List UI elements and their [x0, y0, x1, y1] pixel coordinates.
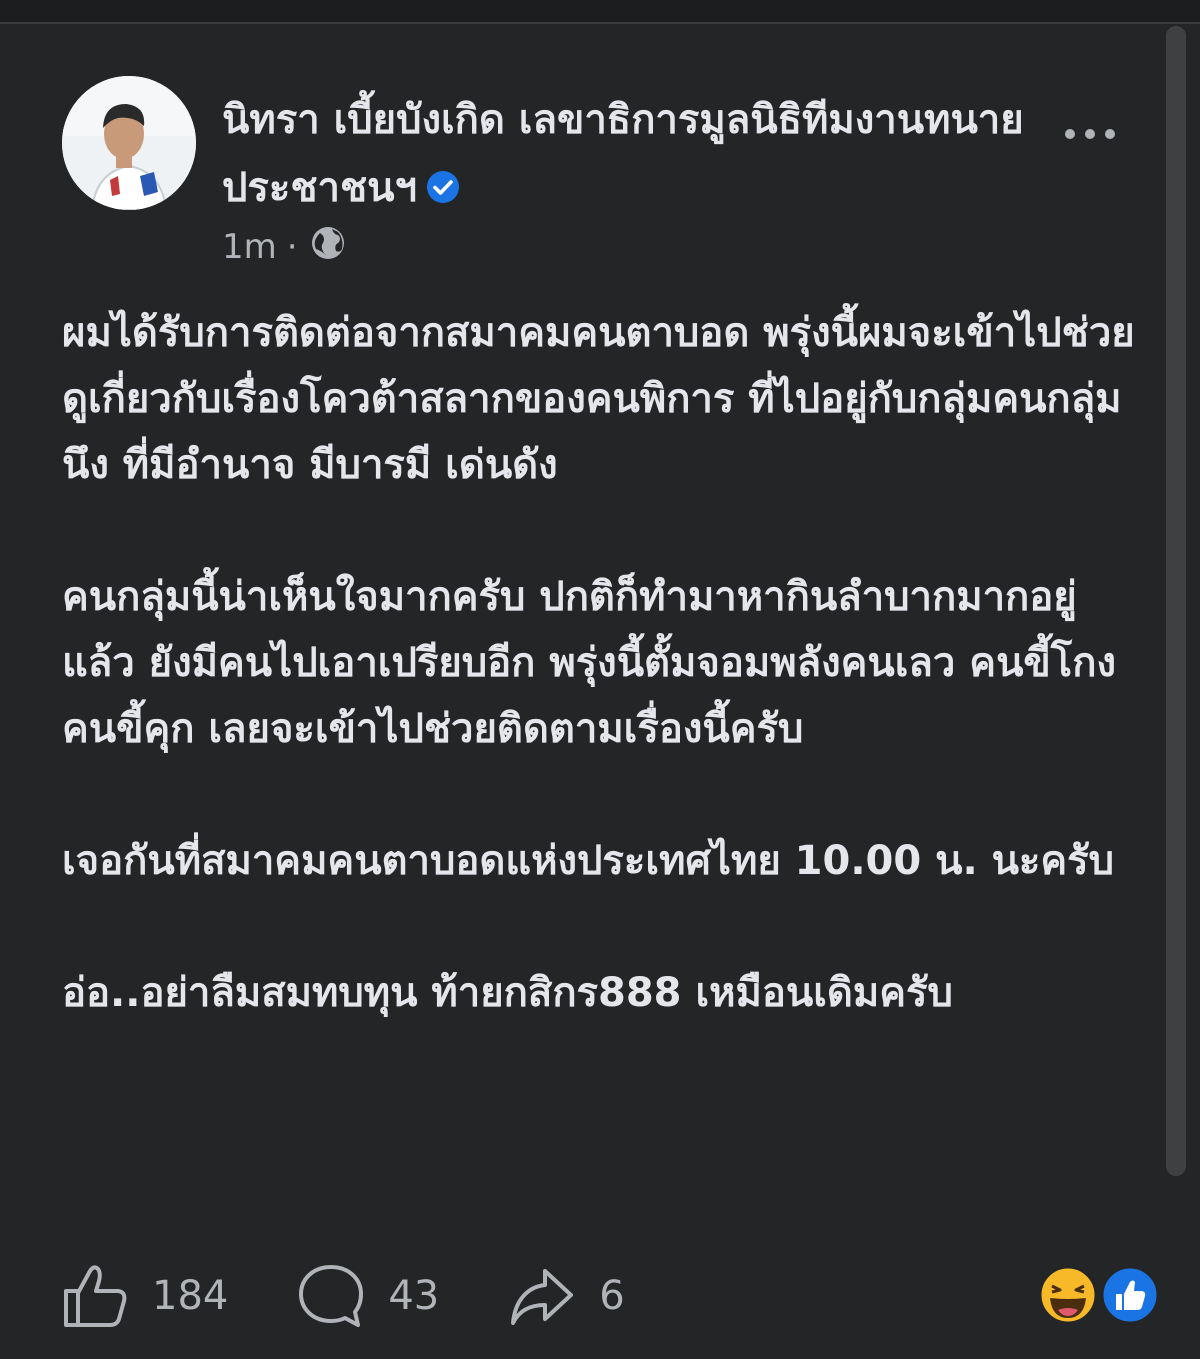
meta-separator: ·: [286, 227, 298, 267]
like-reaction-icon: [1100, 1265, 1160, 1325]
share-icon: [511, 1269, 574, 1325]
post-paragraph: เจอกันที่สมาคมคนตาบอดแห่งประเทศไทย 10.00…: [62, 838, 1115, 884]
share-count: 6: [599, 1273, 625, 1319]
post-timestamp[interactable]: 1m: [222, 227, 277, 267]
like-button[interactable]: 184: [60, 1261, 228, 1331]
author-avatar[interactable]: [62, 76, 196, 210]
share-button[interactable]: 6: [507, 1261, 625, 1331]
verified-badge-icon: [425, 158, 461, 203]
post-actions-bar: 184 43 6: [60, 1258, 1160, 1334]
thumbs-up-icon: [64, 1265, 127, 1327]
post-paragraph: คนกลุ่มนี้น่าเห็นใจมากครับ ปกติก็ทำมาหาก…: [62, 574, 1116, 752]
comment-count: 43: [388, 1273, 440, 1319]
scrollbar-thumb[interactable]: [1166, 26, 1186, 1176]
like-count: 184: [152, 1273, 229, 1319]
post-paragraph: อ่อ..อย่าลืมสมทบทุน ท้ายกสิกร888 เหมือนเ…: [62, 970, 953, 1016]
post-body: ผมได้รับการติดต่อจากสมาคมคนตาบอด พรุ่งนี…: [62, 300, 1142, 1026]
comment-icon: [299, 1265, 364, 1327]
comment-button[interactable]: 43: [296, 1261, 439, 1331]
reactions-summary[interactable]: [1034, 1262, 1164, 1328]
globe-icon[interactable]: [308, 223, 348, 272]
more-options-icon[interactable]: [1060, 112, 1120, 152]
post-paragraph: ผมได้รับการติดต่อจากสมาคมคนตาบอด พรุ่งนี…: [62, 310, 1135, 488]
avatar-image: [62, 76, 196, 210]
post-meta: 1m ·: [222, 222, 348, 272]
author-name[interactable]: นิทรา เบี้ยบังเกิด เลขาธิการมูลนิธิทีมงา…: [222, 97, 1024, 211]
laughing-reaction-icon: [1038, 1265, 1098, 1325]
author-header: นิทรา เบี้ยบังเกิด เลขาธิการมูลนิธิทีมงา…: [222, 86, 1082, 222]
facebook-post: นิทรา เบี้ยบังเกิด เลขาธิการมูลนิธิทีมงา…: [0, 0, 1160, 1359]
